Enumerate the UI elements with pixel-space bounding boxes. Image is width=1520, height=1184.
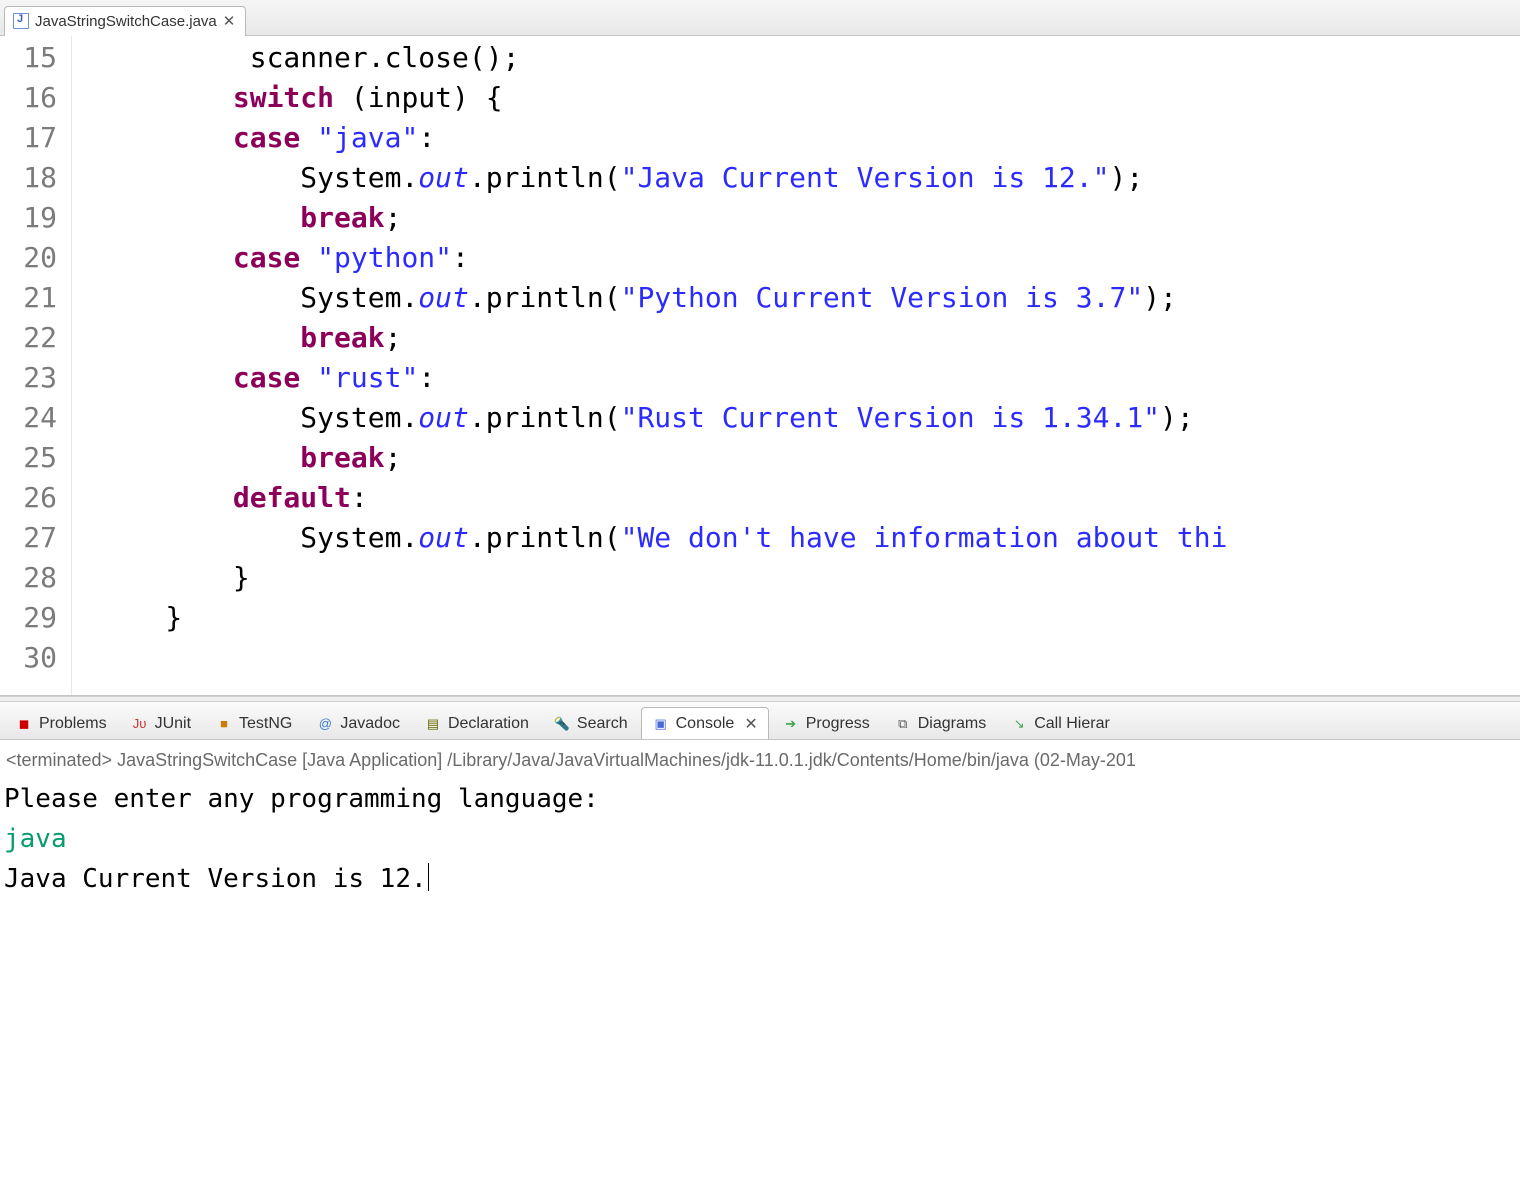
view-tab-problems[interactable]: ◼ Problems <box>4 707 118 739</box>
editor-tab-title: JavaStringSwitchCase.java <box>35 13 217 30</box>
declaration-icon: ▤ <box>424 715 442 733</box>
view-tab-callhier[interactable]: ↘ Call Hierar <box>999 707 1121 739</box>
view-tab-declaration[interactable]: ▤ Declaration <box>413 707 540 739</box>
code-line[interactable]: case "java": <box>98 118 1520 158</box>
view-tab-label: Problems <box>39 715 107 733</box>
console-output[interactable]: Please enter any programming language:ja… <box>4 779 1516 899</box>
view-tab-label: TestNG <box>239 715 292 733</box>
junit-icon: Jᴜ <box>131 715 149 733</box>
text-caret <box>428 863 429 891</box>
line-number-gutter: 15161718192021222324252627282930 <box>0 36 72 695</box>
console-line: java <box>4 819 1516 859</box>
console-view: <terminated> JavaStringSwitchCase [Java … <box>0 740 1520 1184</box>
editor-tabbar: JavaStringSwitchCase.java ✕ <box>0 0 1520 36</box>
view-tab-label: JUnit <box>155 715 191 733</box>
view-tab-diagrams[interactable]: ⧉ Diagrams <box>883 707 997 739</box>
java-file-icon <box>13 13 29 29</box>
testng-icon: ■ <box>215 715 233 733</box>
view-tab-label: Declaration <box>448 715 529 733</box>
line-number: 21 <box>0 278 71 318</box>
problems-icon: ◼ <box>15 715 33 733</box>
line-number: 18 <box>0 158 71 198</box>
console-icon: ▣ <box>652 715 670 733</box>
code-line[interactable]: System.out.println("Java Current Version… <box>98 158 1520 198</box>
view-tab-label: Progress <box>806 715 870 733</box>
view-tab-label: Diagrams <box>918 715 986 733</box>
line-number: 16 <box>0 78 71 118</box>
view-tab-label: Console <box>676 715 735 733</box>
javadoc-icon: @ <box>316 715 334 733</box>
view-tab-console[interactable]: ▣ Console ✕ <box>641 707 769 739</box>
line-number: 24 <box>0 398 71 438</box>
line-number: 15 <box>0 38 71 78</box>
code-line[interactable]: } <box>98 558 1520 598</box>
code-line[interactable]: System.out.println("Python Current Versi… <box>98 278 1520 318</box>
view-tab-junit[interactable]: Jᴜ JUnit <box>120 707 202 739</box>
view-tab-progress[interactable]: ➔ Progress <box>771 707 881 739</box>
code-line[interactable]: } <box>98 598 1520 638</box>
line-number: 30 <box>0 638 71 678</box>
line-number: 22 <box>0 318 71 358</box>
code-line[interactable]: default: <box>98 478 1520 518</box>
line-number: 29 <box>0 598 71 638</box>
code-line[interactable]: break; <box>98 318 1520 358</box>
code-line[interactable]: System.out.println("Rust Current Version… <box>98 398 1520 438</box>
console-line: Java Current Version is 12. <box>4 859 1516 899</box>
editor-area: 15161718192021222324252627282930 scanner… <box>0 36 1520 696</box>
code-line[interactable]: scanner.close(); <box>98 38 1520 78</box>
line-number: 28 <box>0 558 71 598</box>
line-number: 17 <box>0 118 71 158</box>
line-number: 19 <box>0 198 71 238</box>
view-tab-label: Javadoc <box>340 715 400 733</box>
editor-tab-active[interactable]: JavaStringSwitchCase.java ✕ <box>4 6 246 36</box>
code-editor[interactable]: scanner.close(); switch (input) { case "… <box>98 36 1520 695</box>
code-line[interactable]: System.out.println("We don't have inform… <box>98 518 1520 558</box>
callhier-icon: ↘ <box>1010 715 1028 733</box>
code-line[interactable]: case "python": <box>98 238 1520 278</box>
code-line[interactable]: case "rust": <box>98 358 1520 398</box>
console-line: Please enter any programming language: <box>4 779 1516 819</box>
close-icon[interactable]: ✕ <box>223 12 236 30</box>
view-tab-javadoc[interactable]: @ Javadoc <box>305 707 411 739</box>
line-number: 23 <box>0 358 71 398</box>
diagrams-icon: ⧉ <box>894 715 912 733</box>
progress-icon: ➔ <box>782 715 800 733</box>
view-tab-testng[interactable]: ■ TestNG <box>204 707 303 739</box>
line-number: 25 <box>0 438 71 478</box>
close-icon[interactable]: ✕ <box>744 714 757 734</box>
code-line[interactable]: break; <box>98 198 1520 238</box>
console-launch-header: <terminated> JavaStringSwitchCase [Java … <box>4 746 1516 779</box>
views-tabbar: ◼ Problems Jᴜ JUnit ■ TestNG @ Javadoc ▤ Declarat… <box>0 702 1520 740</box>
view-tab-search[interactable]: 🔦 Search <box>542 707 639 739</box>
view-tab-label: Search <box>577 715 628 733</box>
line-number: 26 <box>0 478 71 518</box>
line-number: 27 <box>0 518 71 558</box>
folding-strip <box>72 36 98 695</box>
code-line[interactable]: break; <box>98 438 1520 478</box>
search-icon: 🔦 <box>553 715 571 733</box>
line-number: 20 <box>0 238 71 278</box>
view-tab-label: Call Hierar <box>1034 715 1110 733</box>
code-line[interactable]: switch (input) { <box>98 78 1520 118</box>
